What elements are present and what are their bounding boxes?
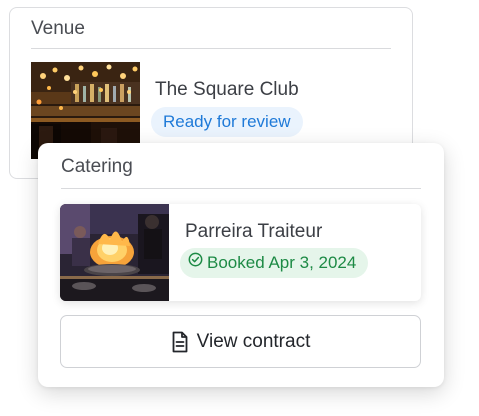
check-circle-icon [188,247,203,277]
catering-section-title: Catering [61,156,133,177]
view-contract-label: View contract [196,330,311,352]
status-badge-booked: Booked Apr 3, 2024 [180,247,369,278]
catering-divider [61,188,421,189]
booked-status-text: Booked Apr 3, 2024 [207,253,357,272]
view-contract-button[interactable]: View contract [60,315,421,368]
status-badge-ready-for-review: Ready for review [151,107,303,137]
catering-card: Catering Parreira Traiteur Booked Apr 3,… [38,143,444,387]
document-icon [171,331,189,353]
venue-divider [31,48,391,49]
venue-name: The Square Club [155,79,299,100]
vendor-photo [60,204,169,301]
catering-vendor-card[interactable]: Parreira Traiteur Booked Apr 3, 2024 [60,204,421,301]
vendor-name: Parreira Traiteur [185,221,323,242]
venue-section-title: Venue [31,18,85,39]
